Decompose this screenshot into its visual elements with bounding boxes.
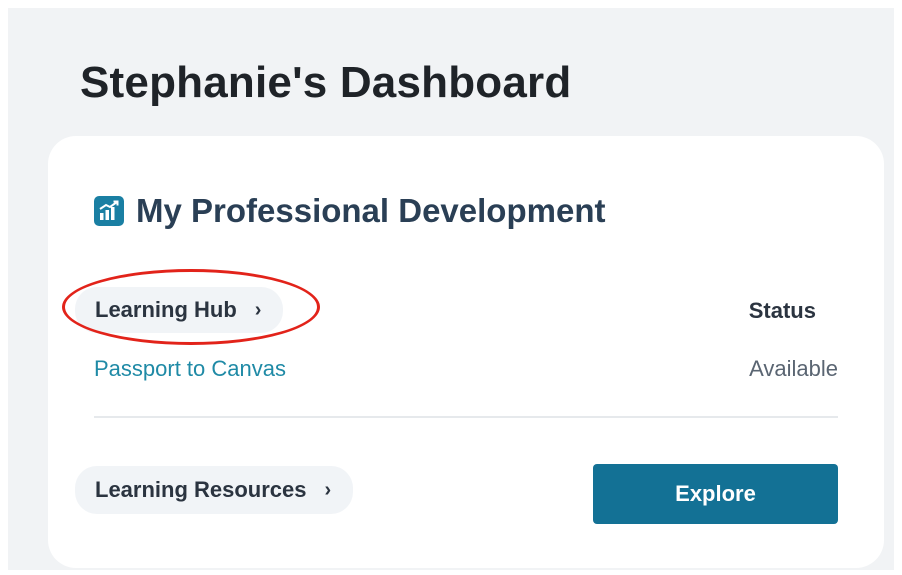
status-column-header: Status	[748, 298, 816, 323]
course-status: Available	[749, 356, 838, 381]
explore-button[interactable]: Explore	[593, 464, 838, 524]
learning-hub-button[interactable]: Learning Hub ›	[75, 287, 284, 333]
page-title: Stephanie's Dashboard	[80, 58, 572, 107]
card-header: My Professional Development	[94, 192, 605, 230]
dashboard-page: Stephanie's Dashboard My Professional De…	[8, 8, 894, 570]
learning-resources-button[interactable]: Learning Resources ›	[75, 466, 354, 514]
course-link-passport-to-canvas[interactable]: Passport to Canvas	[94, 356, 286, 382]
learning-hub-label: Learning Hub	[95, 297, 237, 322]
chevron-right-icon: ›	[254, 299, 262, 321]
screenshot-frame: Stephanie's Dashboard My Professional De…	[0, 0, 902, 575]
chart-icon	[94, 196, 124, 226]
learning-resources-label: Learning Resources	[95, 477, 307, 502]
card-title: My Professional Development	[136, 192, 606, 229]
divider	[94, 416, 838, 418]
professional-development-card: My Professional Development Learning Hub…	[48, 136, 884, 568]
chevron-right-icon: ›	[324, 479, 332, 501]
